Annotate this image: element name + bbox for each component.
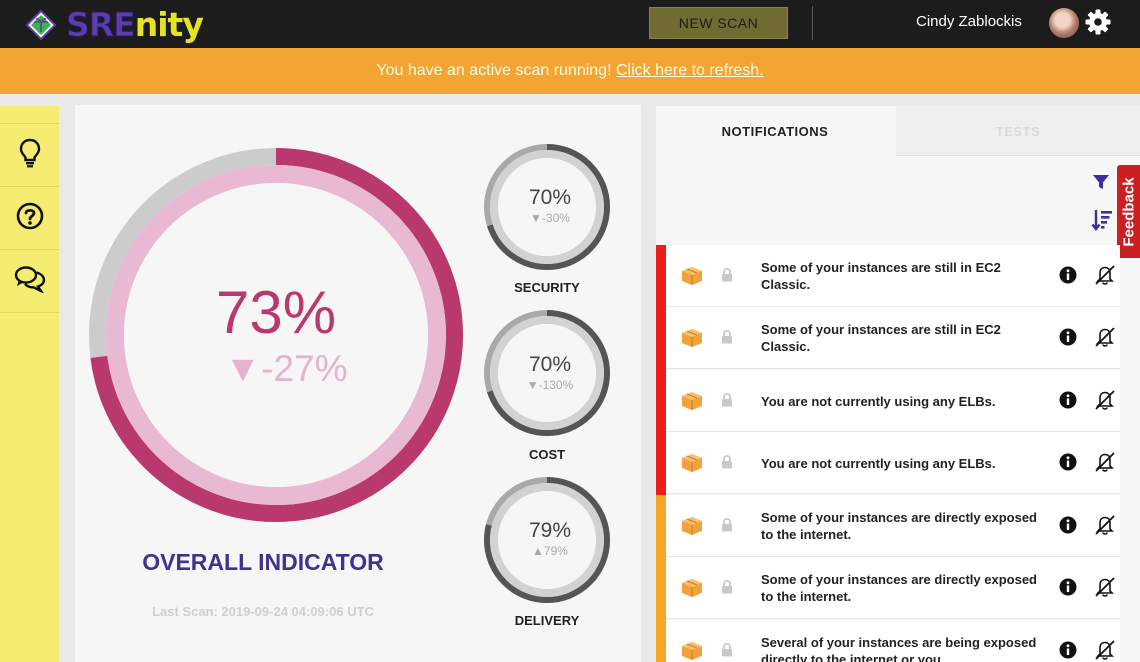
mute-notification-icon[interactable] — [1094, 389, 1116, 416]
package-icon — [681, 641, 703, 662]
notification-message: Some of your instances are directly expo… — [761, 572, 1037, 604]
cost-delta: ▼-130% — [526, 378, 574, 392]
last-scan-time: Last Scan: 2019-09-24 04:09:06 UTC — [152, 604, 374, 619]
delivery-percent: 79% — [528, 519, 572, 542]
security-label: SECURITY — [514, 280, 580, 295]
severity-bar — [656, 307, 666, 370]
package-icon — [681, 328, 703, 353]
info-icon[interactable] — [1059, 391, 1077, 414]
mute-notification-icon[interactable] — [1094, 451, 1116, 478]
sidebar-item-tips[interactable] — [0, 125, 59, 187]
sidebar — [0, 106, 59, 662]
feedback-label: Feedback — [1120, 176, 1137, 247]
avatar[interactable] — [1049, 8, 1079, 38]
notification-message: You are not currently using any ELBs. — [761, 394, 996, 409]
info-icon[interactable] — [1059, 328, 1077, 351]
cost-percent: 70% — [528, 353, 572, 376]
security-delta: ▼-30% — [530, 211, 570, 225]
lock-icon — [721, 392, 733, 412]
sidebar-top-spacer — [0, 106, 59, 124]
refresh-link[interactable]: Click here to refresh. — [616, 62, 764, 79]
gear-icon[interactable] — [1084, 8, 1112, 36]
severity-bar — [656, 245, 666, 308]
notification-message: Some of your instances are still in EC2 … — [761, 260, 1001, 292]
tab-tests[interactable]: TESTS — [896, 106, 1140, 156]
notification-row[interactable]: Some of your instances are directly expo… — [656, 557, 1120, 620]
mute-notification-icon[interactable] — [1094, 514, 1116, 541]
header-divider — [812, 6, 813, 40]
package-icon — [681, 516, 703, 541]
sort-icon[interactable] — [1091, 208, 1113, 237]
sidebar-item-chat[interactable] — [0, 251, 59, 313]
package-icon — [681, 391, 703, 416]
top-bar: SREnity NEW SCAN Cindy Zablockis — [0, 0, 1140, 48]
info-icon[interactable] — [1059, 641, 1077, 662]
new-scan-button[interactable]: NEW SCAN — [649, 7, 788, 39]
package-icon — [681, 578, 703, 603]
notification-row[interactable]: Some of your instances are directly expo… — [656, 495, 1120, 558]
severity-bar — [656, 620, 666, 662]
lock-icon — [721, 517, 733, 537]
help-icon — [16, 202, 44, 235]
lock-icon — [721, 267, 733, 287]
package-icon — [681, 266, 703, 291]
lock-icon — [721, 329, 733, 349]
notification-row[interactable]: Some of your instances are still in EC2 … — [656, 307, 1120, 370]
feedback-button[interactable]: Feedback — [1117, 165, 1140, 258]
logo-wordmark: SREnity — [66, 5, 204, 45]
severity-bar — [656, 370, 666, 433]
notification-message: Some of your instances are still in EC2 … — [761, 322, 1001, 354]
info-icon[interactable] — [1059, 516, 1077, 539]
delivery-delta: ▲79% — [532, 544, 568, 558]
chat-icon — [14, 265, 46, 298]
severity-bar — [656, 495, 666, 558]
severity-bar — [656, 432, 666, 495]
overall-delta: ▼-27% — [224, 348, 348, 389]
cost-label: COST — [528, 447, 566, 462]
info-icon[interactable] — [1059, 578, 1077, 601]
sidebar-item-help[interactable] — [0, 188, 59, 250]
mute-notification-icon[interactable] — [1094, 264, 1116, 291]
notification-row[interactable]: Some of your instances are still in EC2 … — [656, 245, 1120, 308]
package-icon — [681, 453, 703, 478]
notification-row[interactable]: You are not currently using any ELBs. — [656, 432, 1120, 495]
tab-notifications[interactable]: NOTIFICATIONS — [656, 106, 894, 156]
notification-message: Some of your instances are directly expo… — [761, 510, 1037, 542]
filter-icon[interactable] — [1092, 173, 1110, 196]
overall-percent: 73% — [215, 279, 337, 346]
severity-bar — [656, 557, 666, 620]
lock-icon — [721, 642, 733, 662]
app-logo[interactable]: SREnity — [25, 4, 204, 46]
lock-icon — [721, 579, 733, 599]
info-icon[interactable] — [1059, 453, 1077, 476]
mute-notification-icon[interactable] — [1094, 326, 1116, 353]
notification-row[interactable]: Several of your instances are being expo… — [656, 620, 1120, 662]
lightbulb-icon — [19, 138, 41, 173]
overall-indicator-title: OVERALL INDICATOR — [142, 549, 384, 575]
user-name[interactable]: Cindy Zablockis — [916, 13, 1022, 30]
logo-icon — [25, 9, 57, 41]
info-icon[interactable] — [1059, 266, 1077, 289]
delivery-label: DELIVERY — [514, 613, 580, 628]
notification-message: You are not currently using any ELBs. — [761, 456, 996, 471]
mute-notification-icon[interactable] — [1094, 576, 1116, 603]
lock-icon — [721, 454, 733, 474]
security-percent: 70% — [528, 186, 572, 209]
banner-text: You have an active scan running! — [376, 62, 612, 79]
mute-notification-icon[interactable] — [1094, 639, 1116, 662]
active-scan-banner: You have an active scan running! Click h… — [0, 48, 1140, 94]
notification-row[interactable]: You are not currently using any ELBs. — [656, 370, 1120, 433]
notification-message: Several of your instances are being expo… — [761, 635, 1037, 662]
notification-list: Some of your instances are still in EC2 … — [656, 245, 1120, 662]
